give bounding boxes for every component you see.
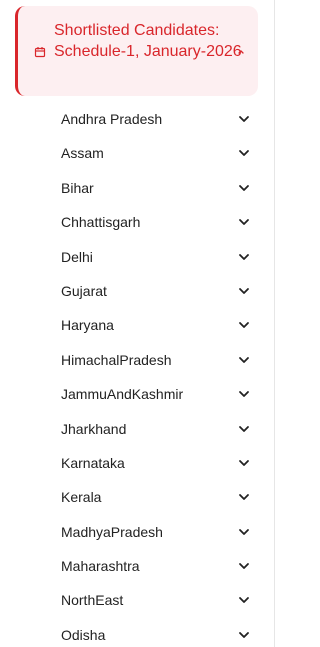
state-item[interactable]: Delhi [48, 240, 258, 274]
state-label: JammuAndKashmir [61, 386, 184, 403]
accordion-title: Shortlisted Candidates: Schedule-1, Janu… [54, 22, 242, 60]
state-label: Bihar [61, 179, 94, 196]
state-label: HimachalPradesh [61, 351, 172, 368]
state-label: Maharashtra [61, 558, 140, 575]
state-item[interactable]: Maharashtra [48, 549, 258, 583]
state-item[interactable]: Haryana [48, 308, 258, 342]
state-item[interactable]: NorthEast [48, 583, 258, 617]
state-label: NorthEast [61, 592, 124, 609]
sidebar-panel: Shortlisted Candidates: Schedule-1, Janu… [0, 0, 275, 647]
state-label: Karnataka [61, 454, 125, 471]
state-item[interactable]: Bihar [48, 171, 258, 205]
state-item[interactable]: HimachalPradesh [48, 343, 258, 377]
chevron-down-icon[interactable] [238, 114, 250, 124]
chevron-down-icon[interactable] [238, 527, 250, 537]
chevron-down-icon[interactable] [238, 595, 250, 605]
chevron-down-icon[interactable] [238, 561, 250, 571]
state-item[interactable]: Chhattisgarh [48, 205, 258, 239]
state-label: Chhattisgarh [61, 214, 141, 231]
chevron-down-icon[interactable] [238, 320, 250, 330]
state-label: Odisha [61, 626, 106, 643]
state-list: Andhra Pradesh Assam Bihar Chhattisgarh Delh… [48, 102, 258, 647]
state-item[interactable]: Jharkhand [48, 412, 258, 446]
state-label: MadhyaPradesh [61, 523, 163, 540]
state-label: Haryana [61, 317, 114, 334]
chevron-up-icon[interactable] [236, 47, 246, 57]
chevron-down-icon[interactable] [238, 286, 250, 296]
state-label: Kerala [61, 489, 102, 506]
chevron-down-icon[interactable] [238, 630, 250, 640]
chevron-down-icon[interactable] [238, 252, 250, 262]
state-label: Andhra Pradesh [61, 111, 163, 127]
state-item[interactable]: Assam [48, 136, 258, 170]
chevron-down-icon[interactable] [238, 492, 250, 502]
state-label: Assam [61, 145, 104, 162]
state-item[interactable]: Andhra Pradesh [48, 102, 258, 136]
state-item[interactable]: Gujarat [48, 274, 258, 308]
chevron-down-icon[interactable] [238, 148, 250, 158]
state-item[interactable]: Karnataka [48, 446, 258, 480]
state-label: Gujarat [61, 282, 107, 299]
state-label: Jharkhand [61, 420, 127, 437]
state-item[interactable]: JammuAndKashmir [48, 377, 258, 411]
state-item[interactable]: Odisha [48, 618, 258, 647]
state-label: Delhi [61, 248, 93, 265]
chevron-down-icon[interactable] [238, 458, 250, 468]
state-item[interactable]: Kerala [48, 480, 258, 514]
chevron-down-icon[interactable] [238, 355, 250, 365]
chevron-down-icon[interactable] [238, 424, 250, 434]
shortlisted-candidates-accordion-header[interactable]: Shortlisted Candidates: Schedule-1, Janu… [15, 6, 258, 96]
calendar-icon [34, 47, 46, 58]
state-item[interactable]: MadhyaPradesh [48, 515, 258, 549]
chevron-down-icon[interactable] [238, 183, 250, 193]
chevron-down-icon[interactable] [238, 217, 250, 227]
chevron-down-icon[interactable] [238, 389, 250, 399]
